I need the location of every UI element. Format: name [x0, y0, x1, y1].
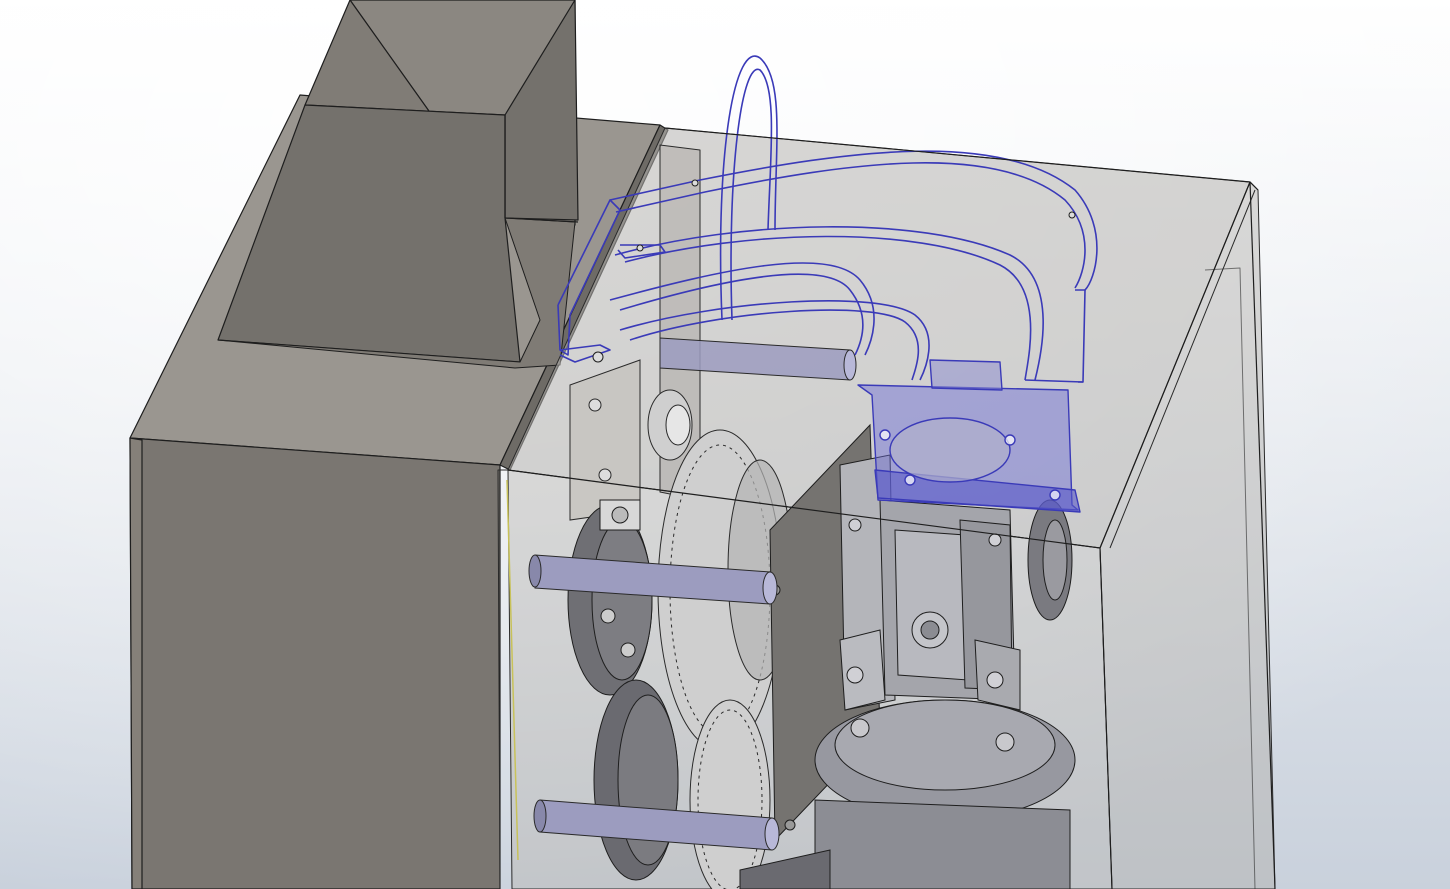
mounting-plate[interactable]	[569, 359, 641, 521]
top-bearing[interactable]	[647, 389, 693, 461]
cad-viewport[interactable]	[0, 0, 1450, 889]
cad-model-canvas[interactable]	[0, 0, 1450, 889]
